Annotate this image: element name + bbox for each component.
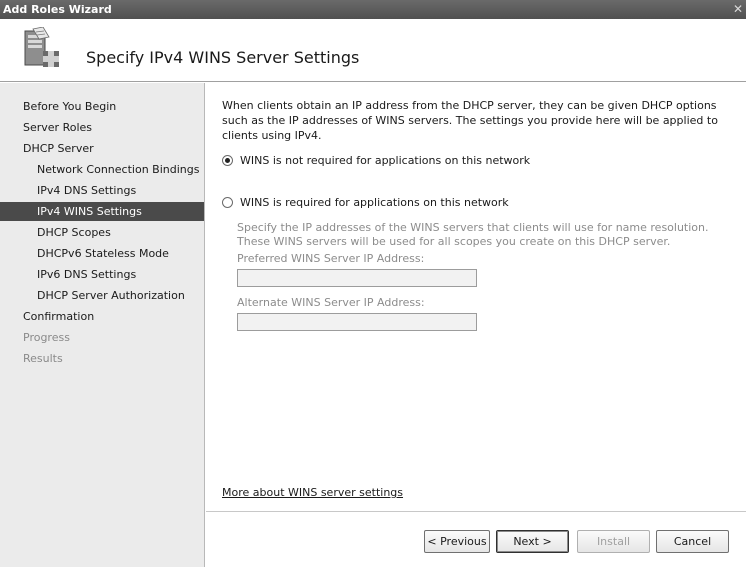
wizard-nav: Before You Begin Server Roles DHCP Serve…: [0, 83, 205, 567]
nav-item-server-roles[interactable]: Server Roles: [0, 118, 204, 137]
alternate-wins-label: Alternate WINS Server IP Address:: [237, 296, 425, 309]
intro-text: When clients obtain an IP address from t…: [222, 99, 718, 142]
next-button[interactable]: Next >: [496, 530, 569, 553]
nav-item-dhcp-scopes[interactable]: DHCP Scopes: [0, 223, 204, 242]
nav-item-ipv4-dns-settings[interactable]: IPv4 DNS Settings: [0, 181, 204, 200]
install-button: Install: [577, 530, 650, 553]
nav-item-ipv6-dns-settings[interactable]: IPv6 DNS Settings: [0, 265, 204, 284]
wins-required-radio[interactable]: [222, 197, 233, 208]
alternate-wins-field: [237, 313, 477, 331]
page-title: Specify IPv4 WINS Server Settings: [86, 48, 360, 67]
window-titlebar: Add Roles Wizard ✕: [0, 0, 746, 19]
previous-button[interactable]: < Previous: [424, 530, 490, 553]
wizard-header: Specify IPv4 WINS Server Settings: [0, 19, 746, 82]
nav-item-progress: Progress: [23, 331, 70, 344]
nav-item-dhcp-server[interactable]: DHCP Server: [0, 139, 204, 158]
nav-item-dhcp-server-authorization[interactable]: DHCP Server Authorization: [0, 286, 204, 305]
nav-item-before-you-begin[interactable]: Before You Begin: [0, 97, 204, 116]
nav-item-dhcpv6-stateless-mode[interactable]: DHCPv6 Stateless Mode: [0, 244, 204, 263]
footer-divider: [206, 511, 746, 512]
server-roles-icon: [24, 27, 59, 67]
wins-not-required-radio[interactable]: [222, 155, 233, 166]
wins-not-required-label[interactable]: WINS is not required for applications on…: [240, 154, 530, 167]
wizard-content: When clients obtain an IP address from t…: [206, 83, 746, 567]
preferred-wins-field: [237, 269, 477, 287]
nav-item-ipv4-wins-settings[interactable]: IPv4 WINS Settings: [0, 202, 204, 221]
wins-help-link[interactable]: More about WINS server settings: [222, 486, 403, 499]
cancel-button[interactable]: Cancel: [656, 530, 729, 553]
window-title: Add Roles Wizard: [3, 3, 112, 16]
wins-not-required-option[interactable]: WINS is not required for applications on…: [222, 154, 530, 167]
nav-item-confirmation[interactable]: Confirmation: [0, 307, 204, 326]
wins-required-description: Specify the IP addresses of the WINS ser…: [237, 221, 709, 248]
wins-required-label[interactable]: WINS is required for applications on thi…: [240, 196, 509, 209]
wins-required-option[interactable]: WINS is required for applications on thi…: [222, 196, 509, 209]
nav-item-results: Results: [23, 352, 63, 365]
nav-item-network-connection-bindings[interactable]: Network Connection Bindings: [0, 160, 204, 179]
preferred-wins-label: Preferred WINS Server IP Address:: [237, 252, 425, 265]
close-button[interactable]: ✕: [732, 2, 744, 16]
